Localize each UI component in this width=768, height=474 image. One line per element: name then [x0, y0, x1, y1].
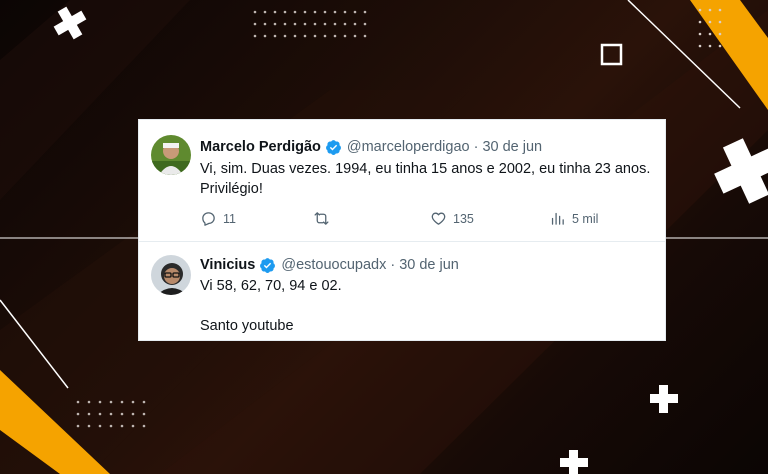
verified-badge-icon	[325, 139, 341, 155]
reply-count: 11	[223, 211, 236, 226]
tweet-text: Vi 58, 62, 70, 94 e 02. Santo youtube	[200, 278, 342, 334]
tweet-date[interactable]: 30 de jun	[399, 256, 459, 274]
like-icon	[431, 212, 446, 225]
separator-dot: ·	[473, 139, 479, 155]
retweet-button[interactable]	[313, 210, 336, 227]
avatar-image	[151, 135, 191, 175]
avatar[interactable]	[151, 255, 191, 295]
tweet-thread-card: Marcelo Perdigão @marceloperdigao · 30 d…	[138, 119, 666, 341]
author-name[interactable]: Marcelo Perdigão	[200, 138, 321, 156]
avatar[interactable]	[151, 135, 191, 175]
tweet-marcelo[interactable]: Marcelo Perdigão @marceloperdigao · 30 d…	[139, 120, 665, 242]
reply-button[interactable]: 11	[200, 210, 236, 227]
tweet-header: Marcelo Perdigão @marceloperdigao · 30 d…	[200, 138, 542, 156]
tweet-actions: 11 135 5 mil	[200, 210, 630, 230]
tweet-vinicius[interactable]: Vinicius @estouocupadx · 30 de jun Vi 58…	[139, 242, 665, 341]
separator-dot: ·	[390, 257, 396, 273]
tweet-header: Vinicius @estouocupadx · 30 de jun	[200, 256, 459, 274]
author-name[interactable]: Vinicius	[200, 256, 255, 274]
like-button[interactable]: 135	[430, 210, 474, 227]
like-count: 135	[453, 211, 474, 226]
retweet-icon	[314, 212, 329, 225]
avatar-image	[151, 255, 191, 295]
verified-badge-icon	[260, 257, 276, 273]
views-count: 5 mil	[572, 211, 599, 226]
author-handle[interactable]: @marceloperdigao	[347, 138, 470, 156]
reply-icon	[202, 212, 215, 226]
views-button[interactable]: 5 mil	[549, 210, 598, 227]
author-handle[interactable]: @estouocupadx	[281, 256, 386, 274]
tweet-date[interactable]: 30 de jun	[482, 138, 542, 156]
views-icon	[551, 212, 564, 225]
tweet-text: Vi, sim. Duas vezes. 1994, eu tinha 15 a…	[200, 161, 651, 197]
